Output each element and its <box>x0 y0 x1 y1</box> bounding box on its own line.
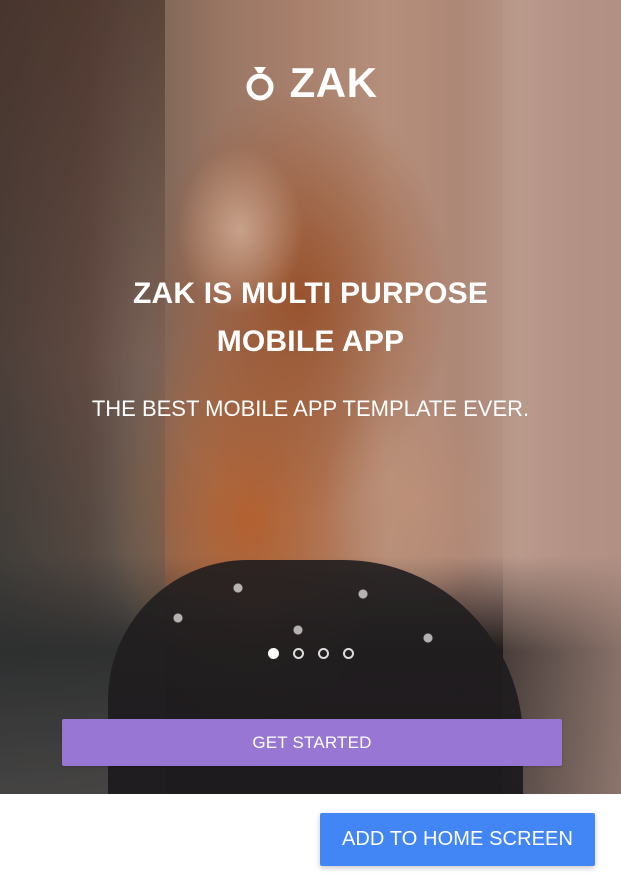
hero-subheadline: THE BEST MOBILE APP TEMPLATE EVER. <box>91 396 530 421</box>
carousel-dot-3[interactable] <box>317 648 329 659</box>
carousel-dot-1-active[interactable] <box>267 648 279 659</box>
hero-headline: ZAK IS MULTI PURPOSE MOBILE APP <box>132 277 489 358</box>
app-logo-text: ZAK <box>289 59 378 106</box>
get-started-button[interactable]: GET STARTED <box>62 719 562 766</box>
add-to-home-screen-button[interactable]: ADD TO HOME SCREEN <box>320 813 595 866</box>
carousel-dot-4[interactable] <box>342 648 354 659</box>
diamond-ring-icon <box>244 63 276 103</box>
app-logo: ZAK <box>0 60 621 106</box>
carousel-pagination <box>0 648 621 664</box>
carousel-dot-2[interactable] <box>292 648 304 659</box>
